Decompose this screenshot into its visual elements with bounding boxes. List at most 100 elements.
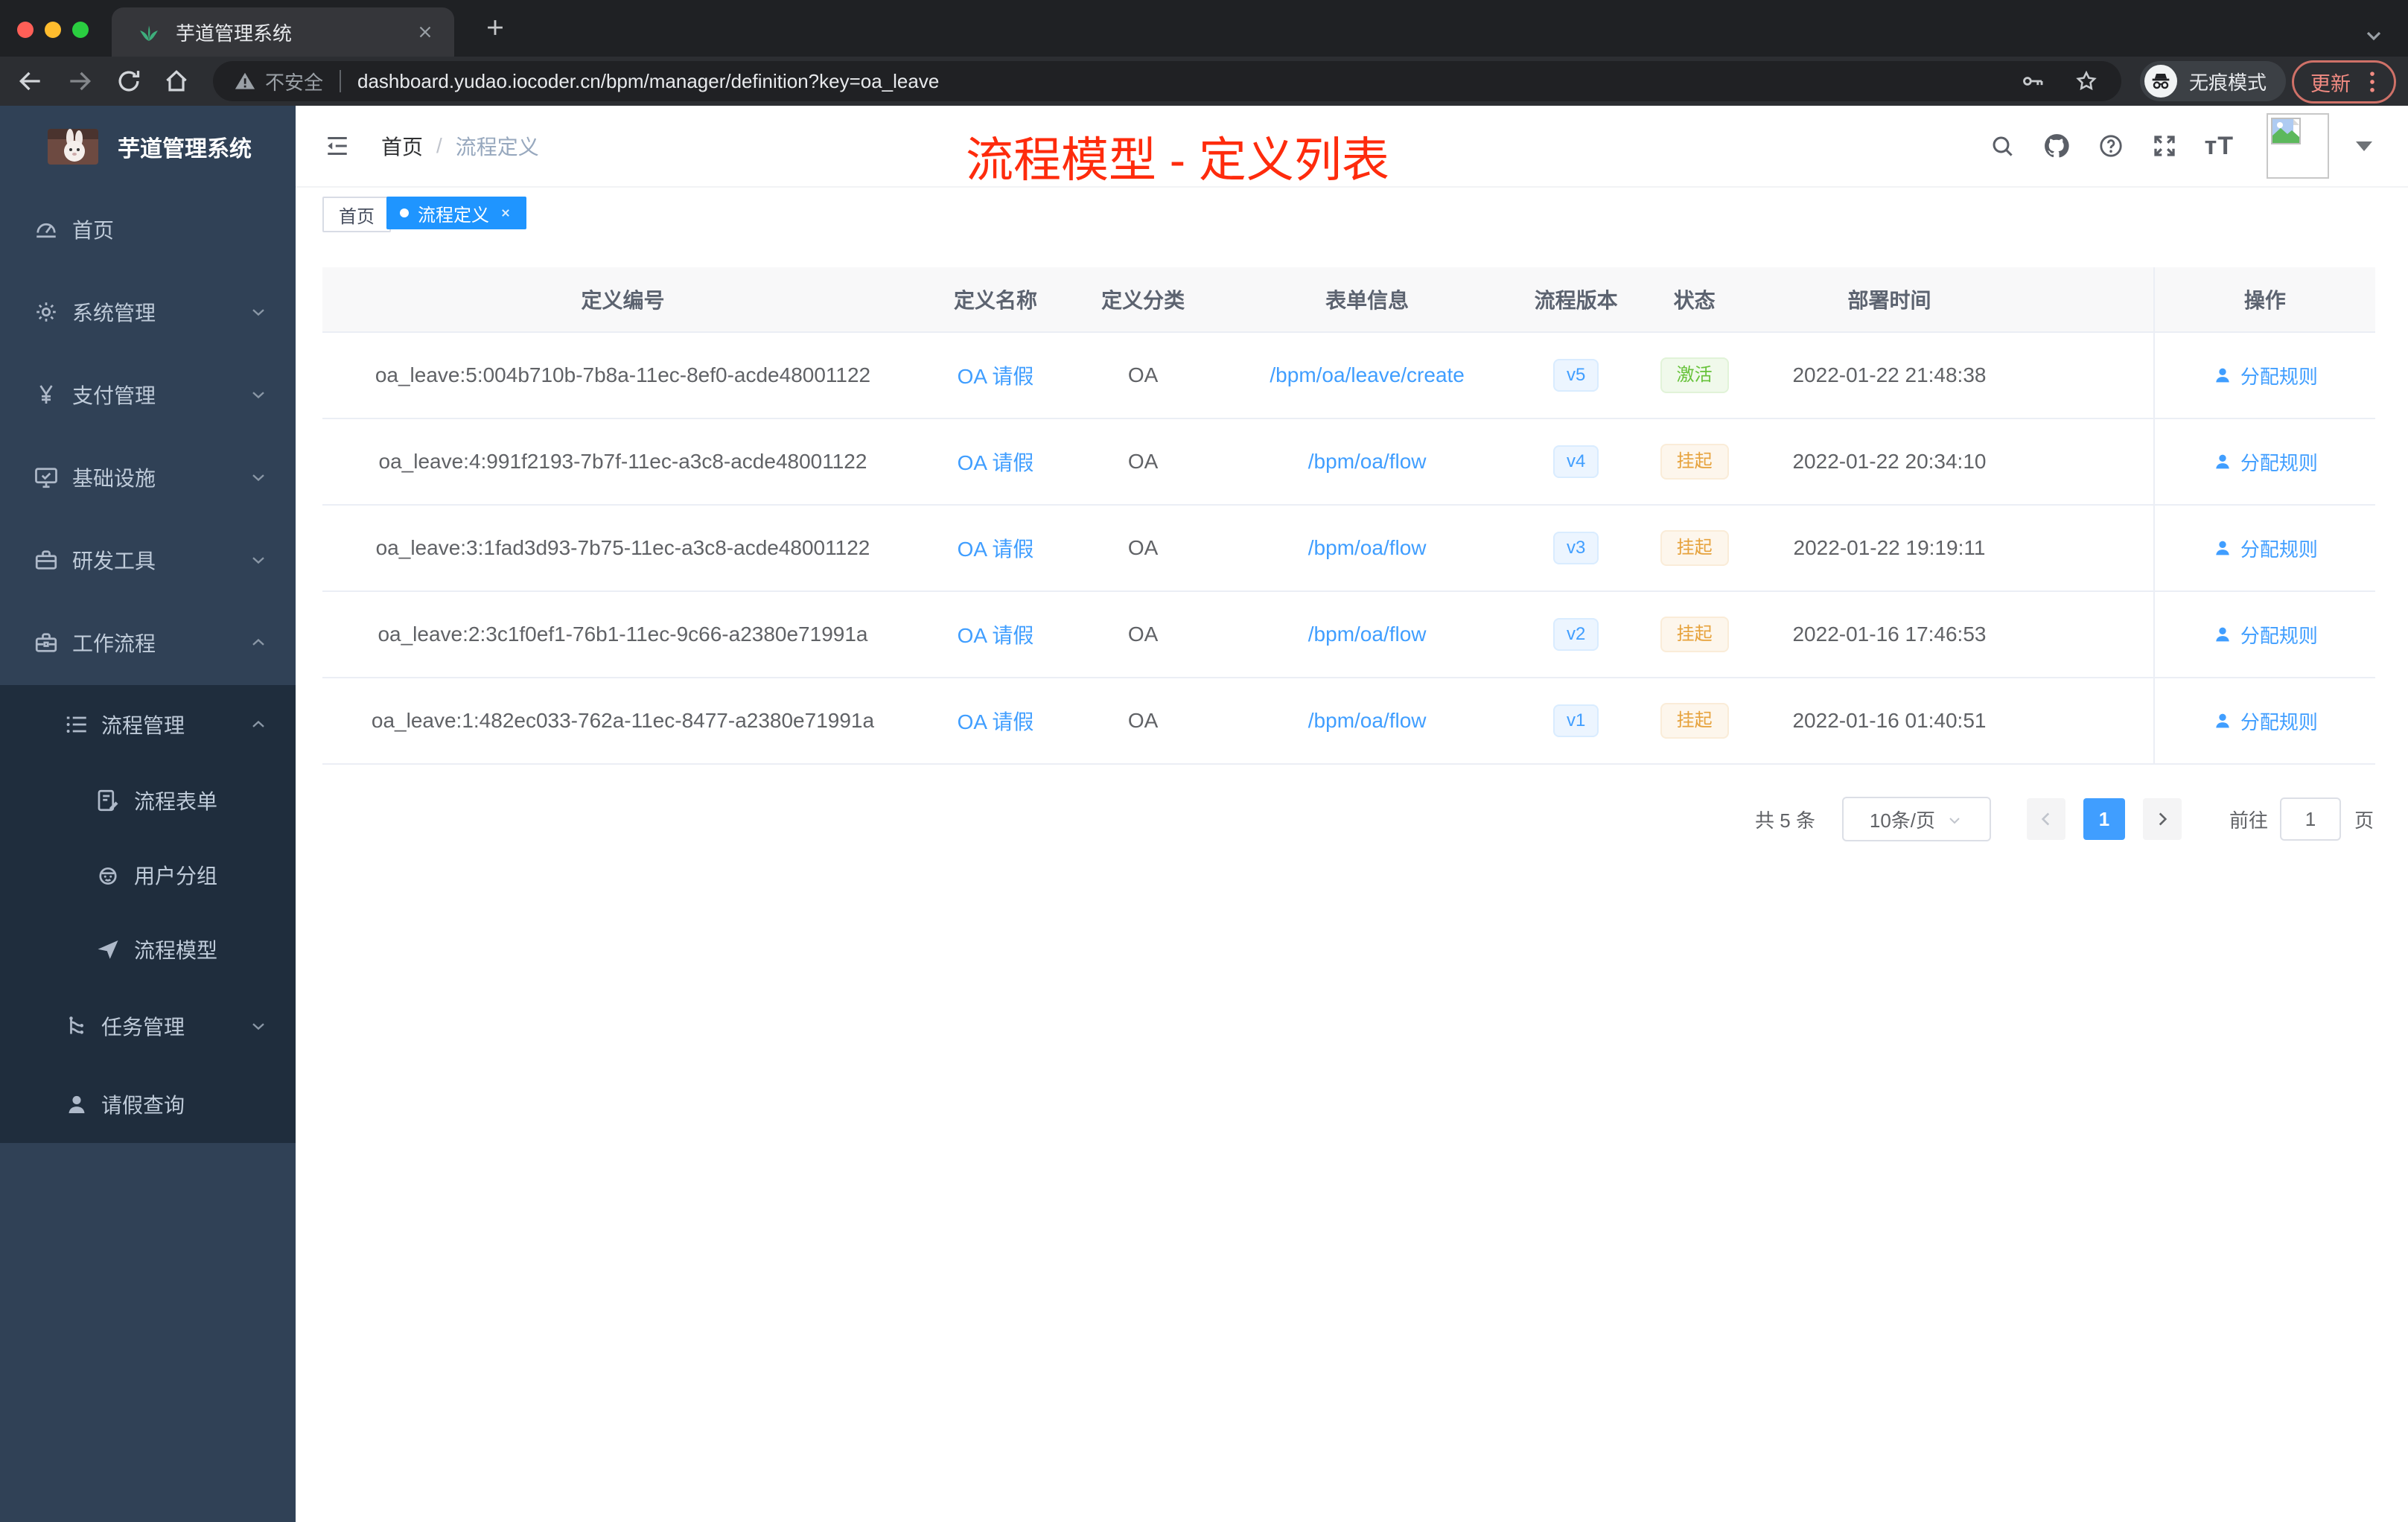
cell-form-info[interactable]: /bpm/oa/leave/create <box>1218 333 1516 418</box>
definition-name-link[interactable]: OA 请假 <box>958 533 1034 563</box>
cell-spacer[interactable] <box>2026 678 2153 763</box>
browser-update-button[interactable]: 更新 <box>2292 60 2396 104</box>
current-page-button[interactable]: 1 <box>2083 798 2125 840</box>
sidebar-subitem-2[interactable]: 用户分组 <box>0 838 296 912</box>
new-tab-button[interactable] <box>482 15 508 40</box>
cell-spacer[interactable] <box>2026 419 2153 504</box>
definition-name-link[interactable]: OA 请假 <box>958 447 1034 477</box>
form-info-link[interactable]: /bpm/oa/flow <box>1308 536 1427 560</box>
column-header[interactable]: 流程版本 <box>1516 267 1636 331</box>
cell-definition-name[interactable]: OA 请假 <box>923 592 1068 677</box>
cell-actions[interactable]: 分配规则 <box>2153 333 2375 418</box>
cell-spacer[interactable] <box>2026 333 2153 418</box>
breadcrumb-home[interactable]: 首页 <box>381 131 423 161</box>
cell-form-info[interactable]: /bpm/oa/flow <box>1218 678 1516 763</box>
next-page-button[interactable] <box>2142 798 2182 840</box>
cell-definition-id[interactable]: oa_leave:4:991f2193-7b7f-11ec-a3c8-acde4… <box>322 419 923 504</box>
cell-definition-id[interactable]: oa_leave:1:482ec033-762a-11ec-8477-a2380… <box>322 678 923 763</box>
cell-category[interactable]: OA <box>1068 506 1218 590</box>
cell-deploy-time[interactable]: 2022-01-16 01:40:51 <box>1753 678 2026 763</box>
assign-rule-button[interactable]: 分配规则 <box>2212 621 2318 649</box>
column-header[interactable]: 定义分类 <box>1068 267 1218 331</box>
sidebar-subitem-3[interactable]: 流程模型 <box>0 912 296 987</box>
form-info-link[interactable]: /bpm/oa/leave/create <box>1270 363 1465 387</box>
cell-version[interactable]: v1 <box>1516 678 1636 763</box>
forward-button[interactable] <box>66 67 94 95</box>
window-zoom-button[interactable] <box>72 22 89 38</box>
cell-deploy-time[interactable]: 2022-01-16 17:46:53 <box>1753 592 2026 677</box>
sidebar-logo-row[interactable]: 芋道管理系统 <box>0 106 296 188</box>
sidebar-subitem-4[interactable]: 任务管理 <box>0 987 296 1065</box>
sidebar-item-0[interactable]: 首页 <box>0 188 296 270</box>
page-size-select[interactable]: 10条/页 <box>1841 797 1991 841</box>
browser-tab[interactable]: 芋道管理系统 <box>112 7 454 57</box>
assign-rule-button[interactable]: 分配规则 <box>2212 535 2318 562</box>
assign-rule-button[interactable]: 分配规则 <box>2212 448 2318 476</box>
column-header[interactable]: 定义名称 <box>923 267 1068 331</box>
sidebar-item-2[interactable]: 支付管理 <box>0 353 296 436</box>
sidebar-item-3[interactable]: 基础设施 <box>0 436 296 518</box>
cell-category[interactable]: OA <box>1068 333 1218 418</box>
cell-definition-name[interactable]: OA 请假 <box>923 678 1068 763</box>
cell-spacer[interactable] <box>2026 506 2153 590</box>
avatar-caret-icon[interactable] <box>2356 141 2372 159</box>
github-icon[interactable] <box>2042 132 2071 160</box>
bookmark-star-icon[interactable] <box>2074 69 2099 94</box>
user-avatar[interactable] <box>2267 113 2329 179</box>
search-icon[interactable] <box>1989 133 2016 159</box>
tab-close-icon[interactable] <box>415 22 435 42</box>
cell-deploy-time[interactable]: 2022-01-22 21:48:38 <box>1753 333 2026 418</box>
column-header[interactable]: 状态 <box>1636 267 1753 331</box>
cell-definition-name[interactable]: OA 请假 <box>923 419 1068 504</box>
column-header-spacer[interactable] <box>2026 267 2153 331</box>
sidebar-subitem-0[interactable]: 流程管理 <box>0 685 296 763</box>
tag-process-definition[interactable]: 流程定义 <box>386 197 526 229</box>
assign-rule-button[interactable]: 分配规则 <box>2212 362 2318 389</box>
cell-definition-name[interactable]: OA 请假 <box>923 506 1068 590</box>
tab-strip-chevron-icon[interactable] <box>2362 24 2386 48</box>
definition-name-link[interactable]: OA 请假 <box>958 360 1034 390</box>
cell-spacer[interactable] <box>2026 592 2153 677</box>
column-header[interactable]: 定义编号 <box>322 267 923 331</box>
cell-form-info[interactable]: /bpm/oa/flow <box>1218 506 1516 590</box>
fullscreen-icon[interactable] <box>2151 133 2178 159</box>
form-info-link[interactable]: /bpm/oa/flow <box>1308 450 1427 474</box>
sidebar-collapse-icon[interactable] <box>324 133 351 159</box>
cell-version[interactable]: v3 <box>1516 506 1636 590</box>
cell-actions[interactable]: 分配规则 <box>2153 419 2375 504</box>
cell-status[interactable]: 激活 <box>1636 333 1753 418</box>
prev-page-button[interactable] <box>2026 798 2065 840</box>
cell-definition-id[interactable]: oa_leave:5:004b710b-7b8a-11ec-8ef0-acde4… <box>322 333 923 418</box>
back-button[interactable] <box>16 67 45 95</box>
cell-form-info[interactable]: /bpm/oa/flow <box>1218 592 1516 677</box>
sidebar-subitem-1[interactable]: 流程表单 <box>0 763 296 838</box>
security-label[interactable]: 不安全 <box>265 68 323 95</box>
font-size-icon[interactable]: тT <box>2205 132 2234 161</box>
cell-status[interactable]: 挂起 <box>1636 506 1753 590</box>
tag-close-icon[interactable] <box>498 206 513 220</box>
cell-definition-id[interactable]: oa_leave:2:3c1f0ef1-76b1-11ec-9c66-a2380… <box>322 592 923 677</box>
cell-category[interactable]: OA <box>1068 592 1218 677</box>
window-close-button[interactable] <box>17 22 34 38</box>
column-header[interactable]: 部署时间 <box>1753 267 2026 331</box>
cell-actions[interactable]: 分配规则 <box>2153 592 2375 677</box>
cell-form-info[interactable]: /bpm/oa/flow <box>1218 419 1516 504</box>
cell-category[interactable]: OA <box>1068 419 1218 504</box>
form-info-link[interactable]: /bpm/oa/flow <box>1308 623 1427 646</box>
tag-home[interactable]: 首页 <box>322 197 391 232</box>
cell-definition-name[interactable]: OA 请假 <box>923 333 1068 418</box>
sidebar-item-5[interactable]: 工作流程 <box>0 601 296 684</box>
cell-category[interactable]: OA <box>1068 678 1218 763</box>
browser-menu-kebab-icon[interactable] <box>2363 69 2382 95</box>
column-header[interactable]: 操作 <box>2153 267 2375 331</box>
window-minimize-button[interactable] <box>45 22 61 38</box>
cell-actions[interactable]: 分配规则 <box>2153 678 2375 763</box>
sidebar-subitem-5[interactable]: 请假查询 <box>0 1065 296 1143</box>
assign-rule-button[interactable]: 分配规则 <box>2212 707 2318 735</box>
cell-status[interactable]: 挂起 <box>1636 419 1753 504</box>
cell-version[interactable]: v5 <box>1516 333 1636 418</box>
cell-status[interactable]: 挂起 <box>1636 592 1753 677</box>
cell-deploy-time[interactable]: 2022-01-22 19:19:11 <box>1753 506 2026 590</box>
cell-deploy-time[interactable]: 2022-01-22 20:34:10 <box>1753 419 2026 504</box>
home-button[interactable] <box>162 67 191 95</box>
